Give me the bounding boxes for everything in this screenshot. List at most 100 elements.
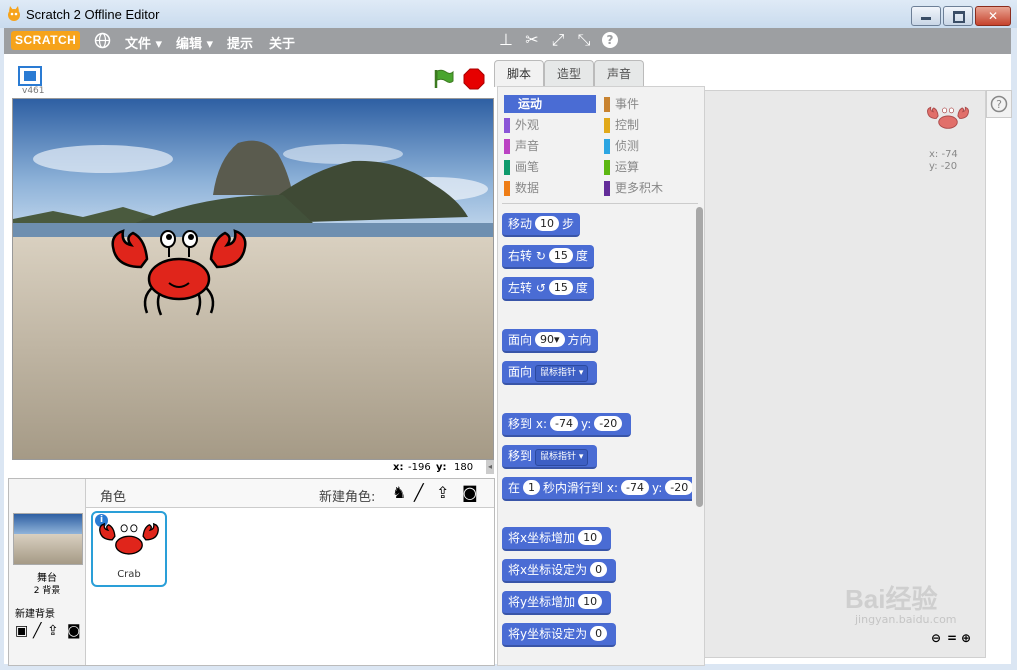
value-input[interactable]: 10 (578, 594, 603, 609)
zoom-out-icon[interactable]: ⊖ (931, 631, 941, 645)
camera-backdrop-icon[interactable]: ◙ (67, 623, 81, 639)
close-icon: ✕ (987, 9, 999, 23)
category-color-bar (504, 160, 510, 175)
block-set-x[interactable]: 将x坐标设定为 0 (502, 559, 617, 583)
category-color-bar (504, 181, 510, 196)
category-sensing[interactable]: 侦测 (604, 137, 694, 155)
value-input[interactable]: 0 (590, 626, 608, 641)
maximize-button[interactable] (943, 6, 973, 26)
y-input[interactable]: -20 (594, 416, 623, 431)
block-move-steps[interactable]: 移动 10 步 (502, 213, 581, 237)
delete-scissors-icon[interactable]: ✂ (523, 31, 541, 49)
menu-edit[interactable]: 编辑 ▾ (176, 33, 213, 52)
value-input[interactable]: 0 (590, 562, 608, 577)
minimize-button[interactable] (911, 6, 941, 26)
block-turn-left[interactable]: 左转 ↺ 15 度 (502, 277, 594, 301)
paint-backdrop-icon[interactable]: ╱ (33, 623, 41, 639)
scratch-cat-icon (8, 6, 20, 21)
category-operators[interactable]: 运算 (604, 158, 694, 176)
category-label: 运动 (518, 97, 543, 111)
tab-costumes[interactable]: 造型 (544, 60, 594, 87)
question-icon: ? (990, 95, 1008, 113)
backdrop-library-icon[interactable]: ▣ (15, 623, 28, 639)
grow-icon[interactable]: ⤢ (549, 31, 567, 49)
maximize-icon (953, 11, 965, 23)
close-button[interactable]: ✕ (975, 6, 1011, 26)
category-pen[interactable]: 画笔 (504, 158, 596, 176)
block-glide[interactable]: 在 1 秒内滑行到 x: -74 y: -20 (502, 477, 692, 501)
value-input[interactable]: 10 (578, 530, 603, 545)
fullscreen-icon[interactable] (18, 66, 42, 86)
stop-icon[interactable] (463, 68, 485, 90)
editor-tabs: 脚本 造型 声音 (494, 60, 714, 87)
crab-sprite[interactable] (111, 227, 247, 317)
category-label: 外观 (515, 118, 540, 132)
block-text: 度 (575, 281, 588, 295)
menu-bar: SCRATCH 文件 ▾ 编辑 ▾ 提示 关于 ⊥ ✂ ⤢ ⤡ ? (4, 28, 1011, 54)
help-icon[interactable]: ? (601, 31, 619, 49)
paint-sprite-icon[interactable]: ╱ (414, 483, 424, 502)
sprite-library-icon[interactable]: ♞ (392, 483, 406, 502)
block-change-y[interactable]: 将y坐标增加 10 (502, 591, 612, 615)
zoom-in-icon[interactable]: ⊕ (961, 631, 971, 645)
collapse-stage-icon[interactable]: ◂ (486, 460, 494, 474)
direction-input[interactable]: 90▾ (535, 332, 565, 347)
block-set-y[interactable]: 将y坐标设定为 0 (502, 623, 617, 647)
block-turn-right[interactable]: 右转 ↻ 15 度 (502, 245, 594, 269)
block-goto-target[interactable]: 移到 鼠标指针 ▾ (502, 445, 598, 469)
stage-thumbnail[interactable] (13, 513, 83, 565)
shrink-icon[interactable]: ⤡ (575, 31, 593, 49)
menu-tips[interactable]: 提示 (227, 33, 253, 52)
target-dropdown[interactable]: 鼠标指针 ▾ (535, 449, 589, 466)
help-panel-tab[interactable]: ? (986, 90, 1012, 118)
block-text: 左转 (508, 281, 533, 295)
scratch-logo[interactable]: SCRATCH (11, 31, 81, 50)
zoom-reset-icon[interactable]: = (947, 631, 957, 645)
palette-divider (502, 203, 698, 204)
stage-label: 舞台 (37, 573, 57, 584)
menu-about[interactable]: 关于 (269, 33, 295, 52)
x-input[interactable]: -74 (550, 416, 578, 431)
steps-input[interactable]: 10 (535, 216, 560, 231)
app-window: Scratch 2 Offline Editor ✕ SCRATCH 文件 ▾ … (0, 0, 1017, 670)
crab-corner-icon (927, 106, 969, 129)
block-change-x[interactable]: 将x坐标增加 10 (502, 527, 612, 551)
tab-sounds[interactable]: 声音 (594, 60, 644, 87)
degrees-input[interactable]: 15 (548, 280, 573, 295)
green-flag-icon[interactable] (432, 68, 454, 90)
category-control[interactable]: 控制 (604, 116, 694, 134)
block-text: 将x坐标设定为 (508, 563, 588, 577)
category-motion[interactable]: 运动 (504, 95, 596, 113)
y-input[interactable]: -20 (665, 480, 692, 495)
menu-file[interactable]: 文件 ▾ (125, 33, 162, 52)
duplicate-stamp-icon[interactable]: ⊥ (497, 31, 515, 49)
category-data[interactable]: 数据 (504, 179, 596, 197)
category-looks[interactable]: 外观 (504, 116, 596, 134)
upload-backdrop-icon[interactable]: ⇪ (47, 623, 59, 639)
upload-sprite-icon[interactable]: ⇪ (436, 483, 449, 502)
block-goto-xy[interactable]: 移到 x: -74 y: -20 (502, 413, 632, 437)
seconds-input[interactable]: 1 (523, 480, 541, 495)
x-input[interactable]: -74 (621, 480, 649, 495)
target-dropdown[interactable]: 鼠标指针 ▾ (535, 365, 589, 382)
category-label: 数据 (515, 181, 540, 195)
category-color-bar (604, 181, 610, 196)
category-sound[interactable]: 声音 (504, 137, 596, 155)
language-globe-icon[interactable] (94, 32, 111, 49)
palette-scrollbar[interactable] (696, 207, 703, 507)
scripts-area[interactable]: x: -74 y: -20 ⊖ = ⊕ Bai经验 jingyan.baidu.… (704, 90, 986, 658)
rotate-counterclockwise-icon: ↺ (535, 281, 546, 295)
category-more-blocks[interactable]: 更多积木 (604, 179, 694, 197)
stage-canvas[interactable] (12, 98, 494, 460)
mouse-coordinates: x: -196 y: 180 ◂ (8, 460, 494, 476)
category-color-bar (504, 118, 510, 133)
degrees-input[interactable]: 15 (548, 248, 573, 263)
category-events[interactable]: 事件 (604, 95, 694, 113)
block-point-direction[interactable]: 面向 90▾ 方向 (502, 329, 598, 353)
sprite-tile[interactable]: i Crab (91, 511, 167, 587)
block-point-towards[interactable]: 面向 鼠标指针 ▾ (502, 361, 598, 385)
camera-sprite-icon[interactable]: ◙ (462, 483, 478, 502)
block-text: 步 (562, 217, 575, 231)
sprite-x-readout: x: -74 (929, 149, 958, 160)
tab-scripts[interactable]: 脚本 (494, 60, 544, 87)
